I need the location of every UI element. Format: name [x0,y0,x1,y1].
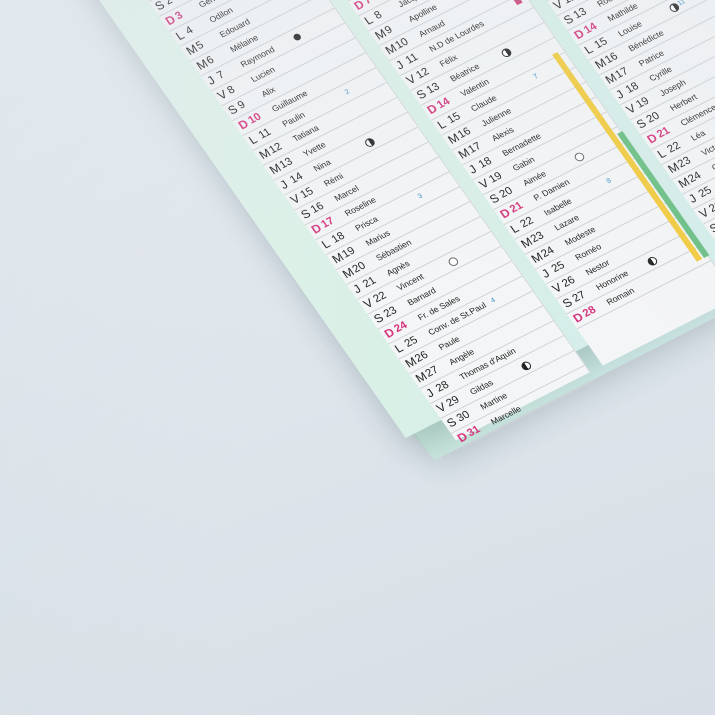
week-number: 7 [532,73,540,81]
wall-calendar: 2027 Janvier53V1Jour de l'AnS2BasileD3Ge… [0,0,715,449]
moon-phase-full-icon [572,151,587,163]
week-number: 8 [605,177,613,185]
week-number: 4 [489,296,498,305]
moon-phase-new-icon [292,32,303,42]
moon-phase-last-icon [519,360,533,372]
week-number: 3 [416,192,425,201]
moon-phase-first-icon [499,46,514,59]
calendar-photo-scene: 2027 Janvier53V1Jour de l'AnS2BasileD3Ge… [0,0,715,715]
week-number: 2 [343,88,352,97]
moon-phase-full-icon [446,255,460,268]
moon-phase-last-icon [645,255,660,267]
moon-phase-first-icon [363,136,377,149]
